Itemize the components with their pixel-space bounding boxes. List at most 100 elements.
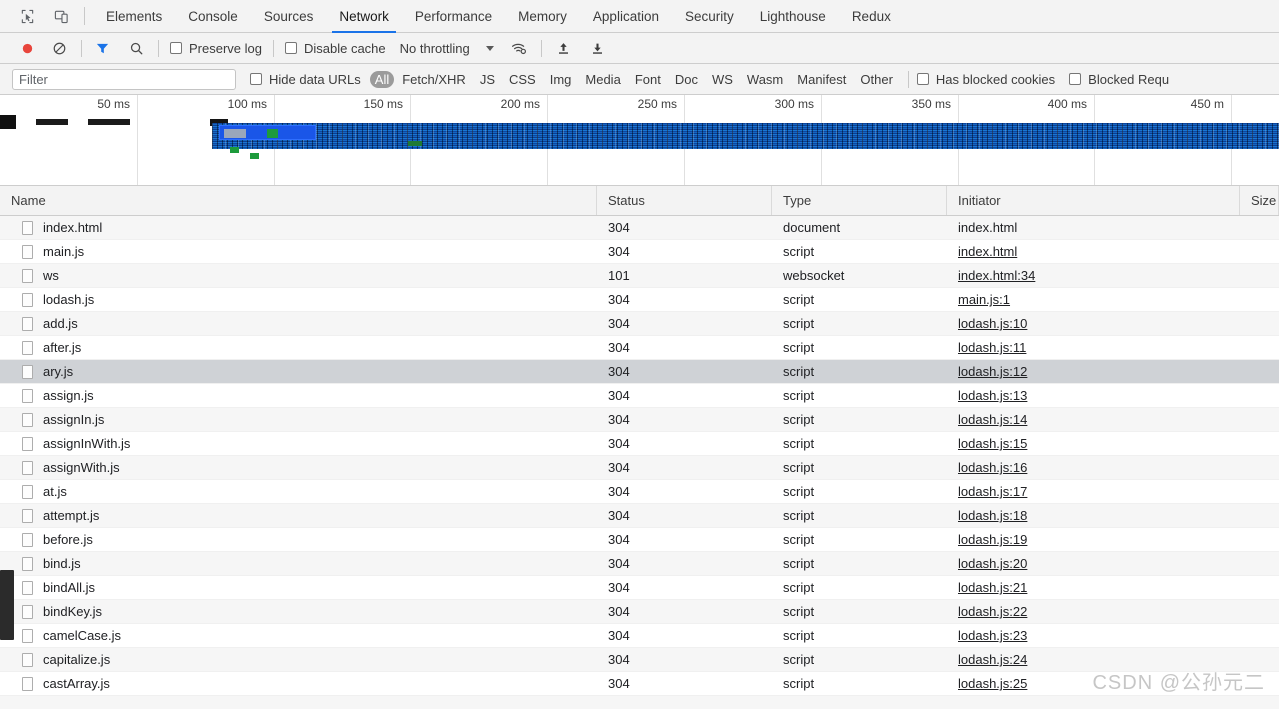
cell-name[interactable]: ws (0, 268, 597, 283)
tab-performance[interactable]: Performance (402, 0, 505, 33)
cell-name[interactable]: castArray.js (0, 676, 597, 691)
table-row[interactable]: assignIn.js 304 script lodash.js:14 (0, 408, 1279, 432)
cell-initiator[interactable]: main.js:1 (947, 292, 1240, 307)
tab-memory[interactable]: Memory (505, 0, 580, 33)
filter-icon[interactable] (89, 36, 115, 60)
cell-initiator[interactable]: lodash.js:12 (947, 364, 1240, 379)
table-row[interactable]: camelCase.js 304 script lodash.js:23 (0, 624, 1279, 648)
filter-type-all[interactable]: All (369, 70, 395, 88)
initiator-link[interactable]: lodash.js:18 (958, 508, 1027, 523)
tab-security[interactable]: Security (672, 0, 747, 33)
filter-type-img[interactable]: Img (544, 71, 578, 88)
hide-data-urls-box[interactable] (250, 73, 262, 85)
clear-button[interactable] (46, 36, 72, 60)
filter-type-other[interactable]: Other (854, 71, 899, 88)
preserve-log-checkbox[interactable]: Preserve log (170, 41, 262, 56)
table-row[interactable]: after.js 304 script lodash.js:11 (0, 336, 1279, 360)
table-row[interactable]: bindAll.js 304 script lodash.js:21 (0, 576, 1279, 600)
network-conditions-icon[interactable] (506, 36, 532, 60)
cell-initiator[interactable]: lodash.js:15 (947, 436, 1240, 451)
has-blocked-cookies-box[interactable] (916, 73, 929, 85)
import-har-icon[interactable] (551, 36, 577, 60)
initiator-link[interactable]: lodash.js:24 (958, 652, 1027, 667)
tab-lighthouse[interactable]: Lighthouse (747, 0, 839, 33)
table-row[interactable]: index.html 304 document index.html (0, 216, 1279, 240)
tab-redux[interactable]: Redux (839, 0, 904, 33)
initiator-link[interactable]: lodash.js:21 (958, 580, 1027, 595)
tab-console[interactable]: Console (175, 0, 251, 33)
device-toolbar-icon[interactable] (48, 3, 74, 29)
cell-initiator[interactable]: lodash.js:14 (947, 412, 1240, 427)
cell-name[interactable]: at.js (0, 484, 597, 499)
disable-cache-box[interactable] (284, 42, 297, 54)
cell-initiator[interactable]: lodash.js:17 (947, 484, 1240, 499)
network-overview-timeline[interactable]: 50 ms 100 ms 150 ms 200 ms 250 ms 300 ms 350 m… (0, 95, 1279, 186)
cell-name[interactable]: before.js (0, 532, 597, 547)
initiator-link[interactable]: lodash.js:19 (958, 532, 1027, 547)
filter-type-media[interactable]: Media (579, 71, 626, 88)
cell-name[interactable]: capitalize.js (0, 652, 597, 667)
cell-initiator[interactable]: lodash.js:19 (947, 532, 1240, 547)
initiator-link[interactable]: main.js:1 (958, 292, 1010, 307)
cell-initiator[interactable]: lodash.js:23 (947, 628, 1240, 643)
cell-name[interactable]: bindKey.js (0, 604, 597, 619)
cell-name[interactable]: add.js (0, 316, 597, 331)
cell-name[interactable]: assignWith.js (0, 460, 597, 475)
initiator-link[interactable]: lodash.js:17 (958, 484, 1027, 499)
blocked-requests-checkbox[interactable]: Blocked Requ (1069, 72, 1169, 87)
filter-type-css[interactable]: CSS (503, 71, 542, 88)
hide-data-urls-checkbox[interactable]: Hide data URLs (250, 72, 361, 87)
initiator-link[interactable]: index.html:34 (958, 268, 1035, 283)
cell-name[interactable]: main.js (0, 244, 597, 259)
cell-name[interactable]: attempt.js (0, 508, 597, 523)
table-row[interactable] (0, 696, 1279, 709)
cell-name[interactable]: bindAll.js (0, 580, 597, 595)
initiator-link[interactable]: lodash.js:11 (958, 340, 1026, 355)
filter-type-wasm[interactable]: Wasm (741, 71, 789, 88)
initiator-link[interactable]: lodash.js:15 (958, 436, 1027, 451)
cell-initiator[interactable]: lodash.js:24 (947, 652, 1240, 667)
tab-network[interactable]: Network (326, 0, 402, 33)
cell-initiator[interactable]: lodash.js:20 (947, 556, 1240, 571)
tab-sources[interactable]: Sources (251, 0, 327, 33)
column-header-size[interactable]: Size (1240, 186, 1279, 215)
tab-application[interactable]: Application (580, 0, 672, 33)
cell-initiator[interactable]: lodash.js:21 (947, 580, 1240, 595)
initiator-link[interactable]: lodash.js:23 (958, 628, 1027, 643)
search-icon[interactable] (123, 36, 149, 60)
cell-initiator[interactable]: index.html (947, 244, 1240, 259)
table-row[interactable]: assign.js 304 script lodash.js:13 (0, 384, 1279, 408)
initiator-link[interactable]: lodash.js:25 (958, 676, 1027, 691)
cell-initiator[interactable]: lodash.js:11 (947, 340, 1240, 355)
column-header-status[interactable]: Status (597, 186, 772, 215)
table-row[interactable]: assignWith.js 304 script lodash.js:16 (0, 456, 1279, 480)
initiator-link[interactable]: index.html (958, 244, 1017, 259)
cell-name[interactable]: bind.js (0, 556, 597, 571)
blocked-requests-box[interactable] (1069, 73, 1082, 85)
table-row[interactable]: ws 101 websocket index.html:34 (0, 264, 1279, 288)
table-row[interactable]: main.js 304 script index.html (0, 240, 1279, 264)
table-row[interactable]: before.js 304 script lodash.js:19 (0, 528, 1279, 552)
cell-name[interactable]: index.html (0, 220, 597, 235)
cell-name[interactable]: assignInWith.js (0, 436, 597, 451)
vertical-scrollbar-thumb[interactable] (0, 570, 14, 640)
export-har-icon[interactable] (585, 36, 611, 60)
table-row[interactable]: attempt.js 304 script lodash.js:18 (0, 504, 1279, 528)
table-row[interactable]: assignInWith.js 304 script lodash.js:15 (0, 432, 1279, 456)
cell-name[interactable]: after.js (0, 340, 597, 355)
table-row[interactable]: castArray.js 304 script lodash.js:25 (0, 672, 1279, 696)
initiator-link[interactable]: lodash.js:14 (958, 412, 1027, 427)
filter-input[interactable] (12, 68, 236, 90)
preserve-log-box[interactable] (170, 42, 182, 54)
table-row[interactable]: at.js 304 script lodash.js:17 (0, 480, 1279, 504)
initiator-link[interactable]: lodash.js:22 (958, 604, 1027, 619)
filter-type-ws[interactable]: WS (706, 71, 739, 88)
cell-initiator[interactable]: index.html:34 (947, 268, 1240, 283)
filter-type-js[interactable]: JS (474, 71, 501, 88)
table-row[interactable]: bindKey.js 304 script lodash.js:22 (0, 600, 1279, 624)
cell-initiator[interactable]: lodash.js:22 (947, 604, 1240, 619)
tab-elements[interactable]: Elements (93, 0, 175, 33)
cell-name[interactable]: assignIn.js (0, 412, 597, 427)
disable-cache-checkbox[interactable]: Disable cache (284, 41, 386, 56)
cell-initiator[interactable]: index.html (947, 220, 1240, 235)
